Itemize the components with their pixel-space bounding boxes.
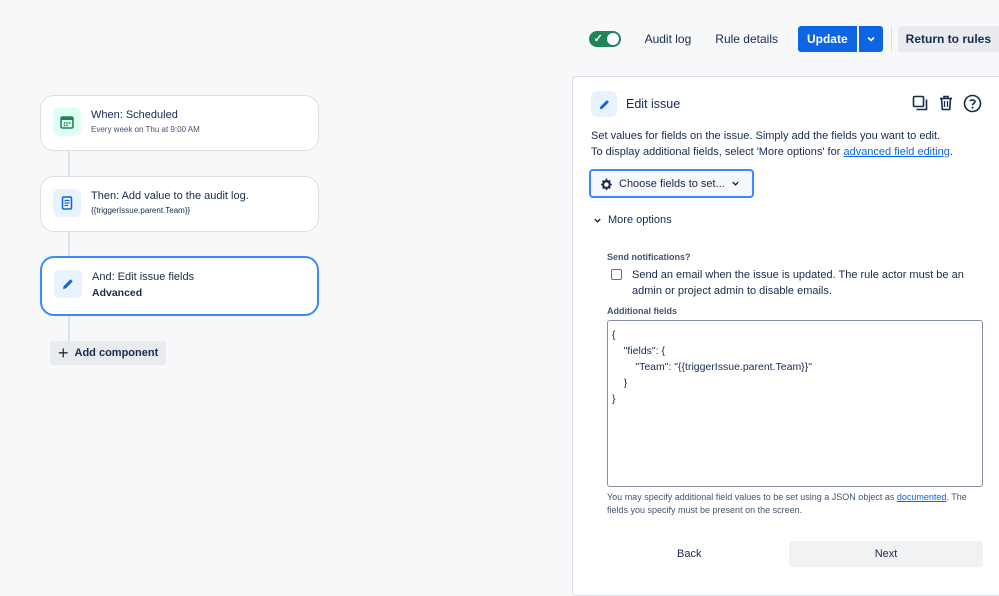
- gear-icon: [601, 177, 612, 190]
- action-card-audit-log[interactable]: Then: Add value to the audit log. {{trig…: [40, 176, 319, 232]
- trigger-title: When: Scheduled: [91, 109, 178, 121]
- action-card-edit-issue[interactable]: And: Edit issue fields Advanced: [40, 256, 319, 316]
- description-text: .: [949, 146, 953, 158]
- panel-actions: [911, 94, 982, 118]
- documented-link[interactable]: documented: [897, 492, 947, 502]
- action-subtitle: {{triggerIssue.parent.Team}}: [91, 206, 191, 215]
- rule-enabled-toggle[interactable]: ✓: [588, 31, 621, 47]
- send-notifications-label: Send notifications?: [607, 252, 691, 262]
- check-icon: ✓: [593, 33, 603, 45]
- more-options-label: More options: [608, 214, 672, 226]
- choose-fields-dropdown[interactable]: Choose fields to set...: [589, 169, 754, 198]
- trash-icon[interactable]: [937, 94, 955, 118]
- plus-icon: +: [58, 343, 69, 363]
- flow-connector: [68, 231, 70, 258]
- chevron-down-icon: [732, 181, 739, 186]
- trigger-card-scheduled[interactable]: When: Scheduled Every week on Thu at 9:0…: [40, 95, 319, 151]
- top-toolbar: ✓ Audit log Rule details Update Return t…: [588, 26, 999, 52]
- edit-issue-panel: Edit issue Set values for fields on the …: [572, 76, 999, 596]
- description-line: Set values for fields on the issue. Simp…: [591, 130, 941, 142]
- document-icon: [53, 189, 81, 217]
- action-title: And: Edit issue fields: [92, 271, 195, 283]
- return-to-rules-button[interactable]: Return to rules: [897, 26, 999, 52]
- additional-fields-label: Additional fields: [607, 306, 678, 316]
- help-icon[interactable]: [963, 94, 982, 118]
- description-text: To display additional fields, select 'Mo…: [591, 146, 844, 158]
- chevron-down-icon: [594, 218, 601, 223]
- advanced-field-editing-link[interactable]: advanced field editing: [843, 146, 949, 158]
- help-text: You may specify additional field values …: [607, 492, 897, 502]
- toggle-knob: [606, 33, 619, 45]
- back-button[interactable]: Back: [677, 548, 701, 560]
- flow-connector: [68, 315, 70, 342]
- description-line: To display additional fields, select 'Mo…: [591, 144, 991, 160]
- pencil-icon: [54, 270, 82, 298]
- panel-description: Set values for fields on the issue. Simp…: [591, 128, 991, 160]
- rule-details-link[interactable]: Rule details: [711, 26, 782, 52]
- choose-fields-label: Choose fields to set...: [619, 177, 725, 190]
- update-options-button[interactable]: [858, 26, 883, 52]
- flow-connector: [68, 150, 70, 177]
- update-button[interactable]: Update: [797, 26, 857, 52]
- calendar-icon: [53, 108, 81, 136]
- action-subtitle: Advanced: [92, 287, 143, 299]
- action-title: Then: Add value to the audit log.: [91, 190, 249, 202]
- send-email-text: Send an email when the issue is updated.…: [632, 269, 964, 297]
- trigger-subtitle: Every week on Thu at 9:00 AM: [91, 125, 200, 134]
- toolbar-divider: [890, 26, 892, 52]
- additional-fields-help: You may specify additional field values …: [607, 491, 985, 516]
- duplicate-icon[interactable]: [911, 94, 929, 118]
- next-button[interactable]: Next: [789, 541, 983, 567]
- more-options-toggle[interactable]: More options: [593, 214, 672, 226]
- pencil-icon: [591, 91, 617, 117]
- send-email-checkbox[interactable]: [611, 269, 622, 280]
- panel-header: Edit issue: [591, 91, 680, 117]
- add-component-button[interactable]: + Add component: [50, 341, 167, 365]
- audit-log-link[interactable]: Audit log: [641, 26, 696, 52]
- additional-fields-textarea[interactable]: { "fields": { "Team": "{{triggerIssue.pa…: [607, 320, 983, 487]
- chevron-down-icon: [867, 36, 875, 42]
- add-component-label: Add component: [74, 347, 159, 359]
- panel-title: Edit issue: [626, 97, 681, 111]
- send-email-checkbox-row: Send an email when the issue is updated.…: [611, 267, 971, 299]
